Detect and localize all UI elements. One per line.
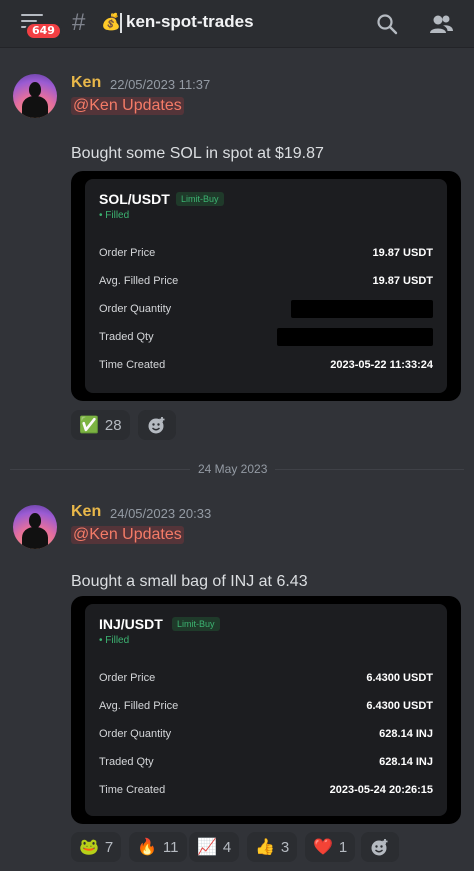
author-name[interactable]: Ken	[71, 74, 101, 92]
reaction-fire[interactable]: 🔥 11	[129, 832, 187, 862]
add-reaction-icon[interactable]	[361, 832, 399, 862]
time-created-row: Time Created 2023-05-22 11:33:24	[99, 359, 433, 375]
frog-icon: 🐸	[79, 837, 99, 856]
thumbs-up-icon: 👍	[255, 837, 275, 856]
reaction-frog[interactable]: 🐸 7	[71, 832, 122, 862]
avg-filled-price-row: Avg. Filled Price 19.87 USDT	[99, 275, 433, 291]
trade-card[interactable]: SOL/USDT Limit-Buy • Filled Order Price …	[71, 171, 461, 401]
redaction-bar	[291, 300, 433, 318]
channel-separator	[120, 13, 122, 33]
reaction-thumbs-up[interactable]: 👍 3	[247, 832, 298, 862]
row-value: 6.4300 USDT	[366, 672, 433, 684]
row-label: Traded Qty	[99, 331, 154, 343]
trade-pair: INJ/USDT	[99, 616, 163, 632]
avg-filled-price-row: Avg. Filled Price 6.4300 USDT	[99, 700, 433, 716]
row-label: Traded Qty	[99, 756, 154, 768]
reaction-count: 3	[280, 838, 290, 856]
search-icon[interactable]	[375, 12, 399, 36]
role-mention[interactable]: @Ken Updates	[71, 526, 184, 544]
row-value: 19.87 USDT	[372, 275, 433, 287]
message-text: Bought some SOL in spot at $19.87	[71, 145, 324, 162]
order-status: • Filled	[99, 635, 130, 646]
reaction-count: 7	[104, 838, 114, 856]
order-quantity-row: Order Quantity 628.14 INJ	[99, 728, 433, 744]
order-quantity-row: Order Quantity	[99, 300, 433, 319]
reaction-chart[interactable]: 📈 4	[189, 832, 240, 862]
channel-header: 649 # 💰 ken-spot-trades	[0, 0, 474, 48]
reaction-count: 28	[104, 416, 122, 434]
traded-qty-row: Traded Qty 628.14 INJ	[99, 756, 433, 772]
row-label: Order Quantity	[99, 728, 172, 740]
add-reaction-icon[interactable]	[138, 410, 176, 440]
row-value: 2023-05-22 11:33:24	[330, 359, 433, 371]
order-type-tag: Limit-Buy	[172, 617, 220, 631]
check-mark-icon: ✅	[79, 415, 99, 434]
hashtag-icon: #	[72, 9, 86, 36]
avatar[interactable]	[13, 505, 57, 549]
fire-icon: 🔥	[137, 837, 157, 856]
message-timestamp: 22/05/2023 11:37	[110, 77, 211, 92]
message-text: Bought a small bag of INJ at 6.43	[71, 573, 308, 590]
row-value: 19.87 USDT	[372, 247, 433, 259]
row-label: Avg. Filled Price	[99, 700, 179, 712]
author-name[interactable]: Ken	[71, 503, 101, 521]
reaction-count: 1	[338, 838, 348, 856]
reaction-count: 4	[222, 838, 232, 856]
time-created-row: Time Created 2023-05-24 20:26:15	[99, 784, 433, 800]
row-label: Time Created	[99, 784, 166, 796]
date-divider-label: 24 May 2023	[190, 462, 276, 476]
message-timestamp: 24/05/2023 20:33	[110, 506, 212, 521]
row-label: Time Created	[99, 359, 166, 371]
row-label: Order Price	[99, 672, 156, 684]
order-price-row: Order Price 6.4300 USDT	[99, 672, 433, 688]
traded-qty-row: Traded Qty	[99, 328, 433, 347]
reaction-heart[interactable]: ❤️ 1	[305, 832, 356, 862]
row-value: 2023-05-24 20:26:15	[329, 784, 433, 796]
order-price-row: Order Price 19.87 USDT	[99, 247, 433, 263]
chart-icon: 📈	[197, 837, 217, 856]
order-type-tag: Limit-Buy	[176, 192, 224, 206]
row-value: 6.4300 USDT	[366, 700, 433, 712]
trade-card-body: SOL/USDT Limit-Buy • Filled Order Price …	[85, 179, 447, 393]
redaction-bar	[277, 328, 433, 346]
members-icon[interactable]	[428, 12, 454, 36]
row-label: Order Quantity	[99, 303, 172, 315]
trade-card[interactable]: INJ/USDT Limit-Buy • Filled Order Price …	[71, 596, 461, 824]
channel-emoji: 💰	[101, 12, 121, 31]
notification-badge: 649	[25, 22, 62, 40]
trade-pair: SOL/USDT	[99, 191, 170, 207]
trade-card-body: INJ/USDT Limit-Buy • Filled Order Price …	[85, 604, 447, 816]
role-mention[interactable]: @Ken Updates	[71, 97, 184, 115]
order-status: • Filled	[99, 210, 130, 221]
heart-icon: ❤️	[313, 837, 333, 856]
reaction-count: 11	[162, 838, 179, 856]
row-value: 628.14 INJ	[379, 756, 433, 768]
channel-name: ken-spot-trades	[126, 12, 254, 31]
row-label: Avg. Filled Price	[99, 275, 179, 287]
avatar[interactable]	[13, 74, 57, 118]
row-value: 628.14 INJ	[379, 728, 433, 740]
row-label: Order Price	[99, 247, 156, 259]
reaction-checkmark[interactable]: ✅ 28	[71, 410, 130, 440]
